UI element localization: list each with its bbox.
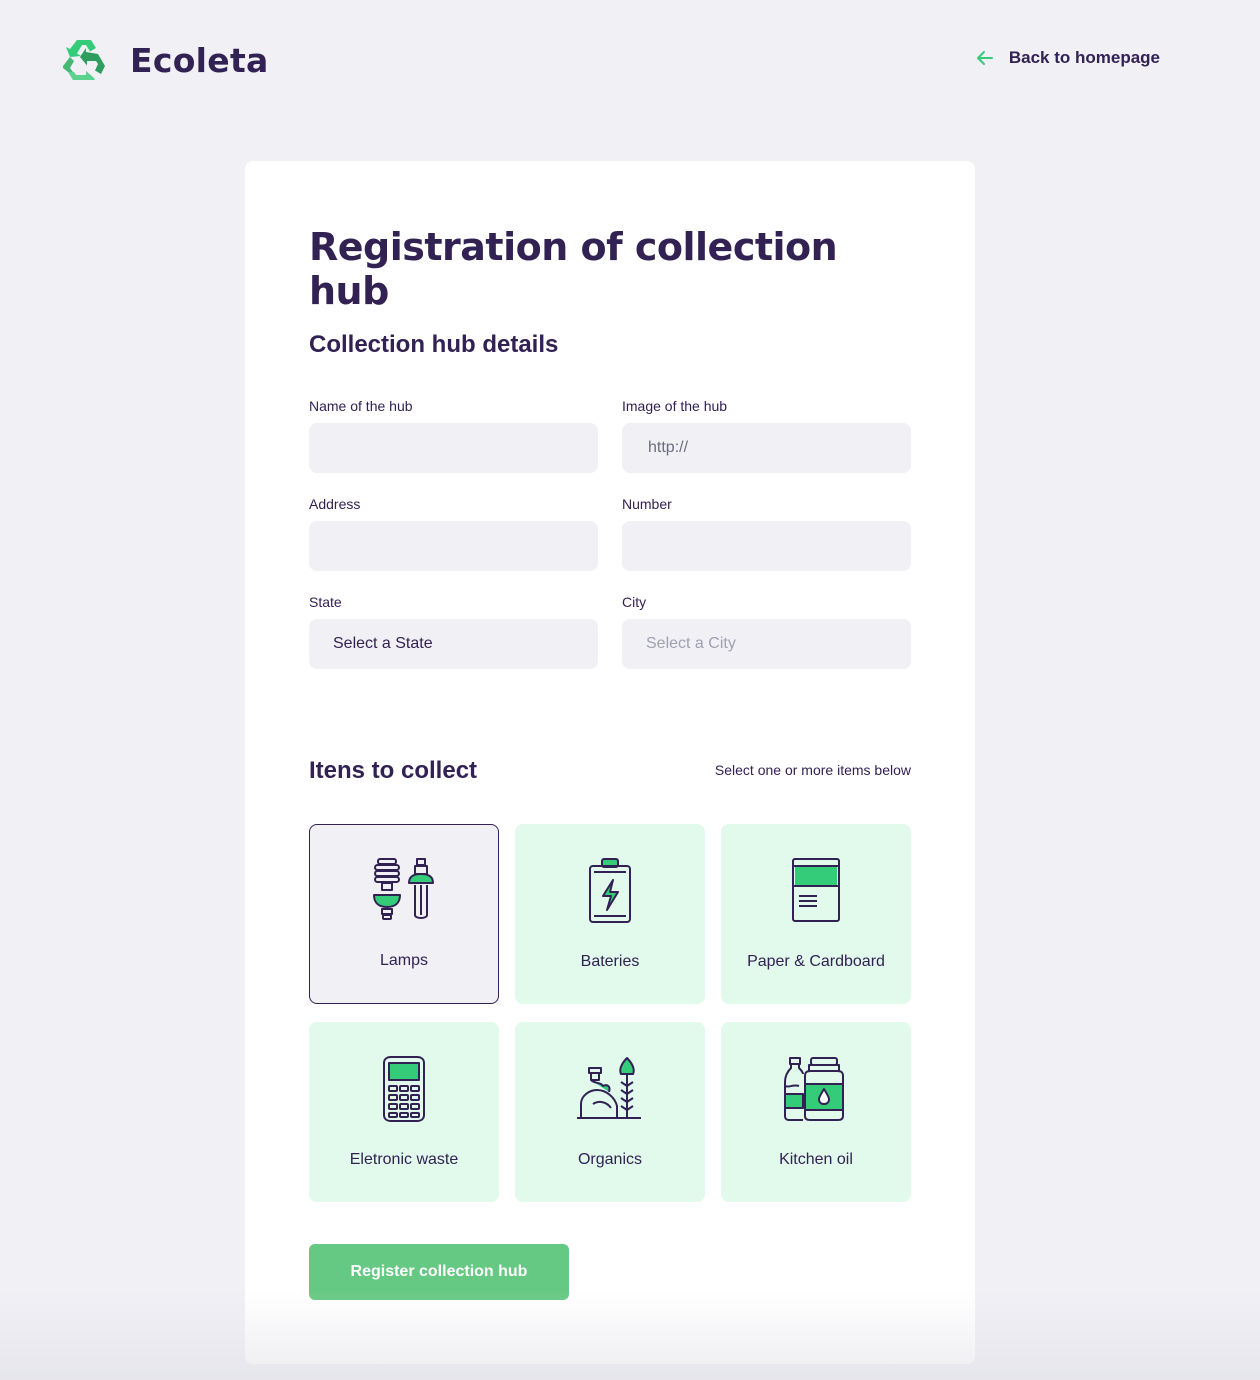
back-link-label: Back to homepage (1008, 48, 1160, 67)
number-input-box (622, 521, 911, 571)
item-label: Kitchen oil (779, 1151, 853, 1168)
items-hint: Select one or more items below (714, 762, 911, 778)
header: Ecoleta Back to homepage (60, 36, 1160, 84)
app-name: Ecoleta (130, 40, 269, 80)
item-label: Bateries (580, 953, 640, 970)
item-batteries[interactable]: Bateries (515, 824, 705, 1004)
address-label: Address (309, 496, 361, 512)
hub-name-label: Name of the hub (309, 398, 413, 414)
details-section-title: Collection hub details (309, 331, 559, 358)
back-to-homepage-link[interactable]: Back to homepage (975, 48, 1160, 68)
item-label: Eletronic waste (349, 1151, 459, 1168)
item-label: Lamps (379, 952, 429, 969)
address-input[interactable] (333, 536, 574, 556)
address-input-box (309, 521, 598, 571)
address-field: Address (309, 496, 598, 571)
hub-image-field: Image of the hub (622, 398, 911, 473)
city-field: City Select a City (622, 594, 911, 669)
item-paper-cardboard[interactable]: Paper & Cardboard (721, 824, 911, 1004)
item-label: Organics (577, 1151, 643, 1168)
state-select-value: Select a State (333, 635, 433, 652)
electronic-icon (383, 1056, 425, 1122)
lamps-icon (373, 858, 434, 920)
state-label: State (309, 594, 342, 610)
item-electronic-waste[interactable]: Eletronic waste (309, 1022, 499, 1202)
register-button[interactable]: Register collection hub (309, 1244, 569, 1300)
items-section-title: Itens to collect (309, 757, 478, 784)
arrow-left-icon (976, 51, 993, 65)
city-select-value: Select a City (646, 635, 736, 652)
number-input[interactable] (646, 536, 887, 556)
item-lamps[interactable]: Lamps (309, 824, 499, 1004)
battery-icon (589, 858, 631, 923)
oil-icon (784, 1057, 844, 1121)
registration-form-card: Registration of collection hub Collectio… (245, 161, 975, 1364)
state-field: State Select a State (309, 594, 598, 669)
hub-image-input-box (622, 423, 911, 473)
logo[interactable]: Ecoleta (60, 36, 269, 84)
item-label: Paper & Cardboard (747, 953, 885, 970)
item-kitchen-oil[interactable]: Kitchen oil (721, 1022, 911, 1202)
page-title: Registration of collection hub (309, 225, 838, 313)
paper-icon (792, 858, 840, 922)
hub-image-input[interactable] (646, 438, 887, 458)
city-select[interactable]: Select a City (622, 619, 911, 669)
recycle-icon (63, 40, 105, 80)
hub-name-field: Name of the hub (309, 398, 598, 473)
number-label: Number (622, 496, 672, 512)
hub-name-input[interactable] (333, 438, 574, 458)
organics-icon (577, 1057, 641, 1119)
state-select[interactable]: Select a State (309, 619, 598, 669)
hub-image-label: Image of the hub (622, 398, 728, 414)
city-label: City (622, 594, 647, 610)
hub-name-input-box (309, 423, 598, 473)
number-field: Number (622, 496, 911, 571)
item-organics[interactable]: Organics (515, 1022, 705, 1202)
